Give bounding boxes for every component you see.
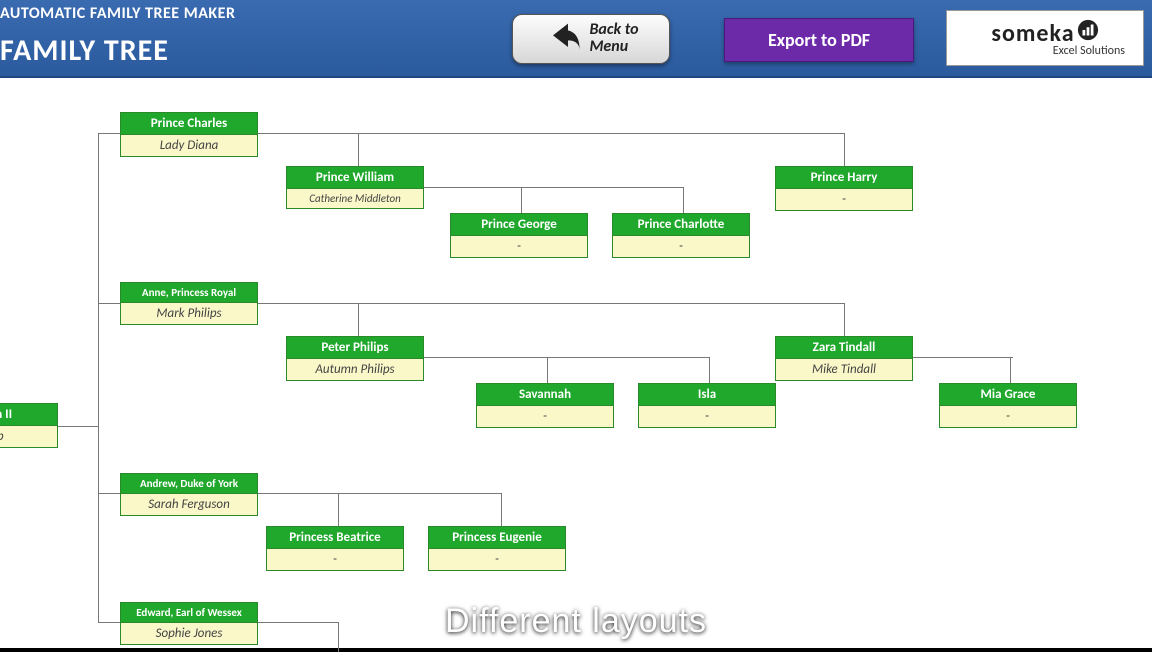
- person-primary: Anne, Princess Royal: [121, 283, 257, 303]
- node-george[interactable]: Prince George -: [450, 213, 588, 258]
- person-spouse: -: [267, 549, 403, 570]
- person-primary: Prince Charles: [121, 113, 257, 135]
- node-isla[interactable]: Isla -: [638, 383, 776, 428]
- connector: [58, 426, 98, 427]
- person-primary: Princess Eugenie: [429, 527, 565, 549]
- connector: [547, 357, 548, 384]
- node-charles[interactable]: Prince Charles Lady Diana: [120, 112, 258, 157]
- person-spouse: Mark Philips: [121, 303, 257, 324]
- person-primary: Prince George: [451, 214, 587, 236]
- person-spouse: -: [613, 236, 749, 257]
- person-spouse: Sarah Ferguson: [121, 494, 257, 515]
- export-button-label: Export to PDF: [768, 29, 870, 51]
- person-primary: Peter Philips: [287, 337, 423, 359]
- connector: [683, 187, 684, 214]
- person-spouse: -: [451, 236, 587, 257]
- node-anne[interactable]: Anne, Princess Royal Mark Philips: [120, 282, 258, 325]
- connector: [98, 133, 120, 134]
- person-spouse: Mike Tindall: [776, 359, 912, 380]
- connector: [424, 187, 524, 188]
- app-name-label: AUTOMATIC FAMILY TREE MAKER: [0, 4, 235, 23]
- node-zara[interactable]: Zara Tindall Mike Tindall: [775, 336, 913, 381]
- page-title: FAMILY TREE: [0, 32, 169, 69]
- connector: [258, 303, 358, 304]
- person-primary: Prince Harry: [776, 167, 912, 189]
- connector: [547, 357, 709, 358]
- node-root[interactable]: zabeth II Philip: [0, 403, 58, 448]
- back-arrow-icon: [543, 17, 583, 62]
- person-primary: Prince William: [287, 167, 423, 189]
- connector: [913, 357, 1013, 358]
- connector: [98, 303, 120, 304]
- export-to-pdf-button[interactable]: Export to PDF: [724, 18, 914, 62]
- person-primary: Mia Grace: [940, 384, 1076, 406]
- connector: [709, 357, 710, 384]
- connector: [844, 303, 845, 337]
- person-primary: zabeth II: [0, 404, 57, 426]
- node-savannah[interactable]: Savannah -: [476, 383, 614, 428]
- connector: [98, 493, 120, 494]
- person-spouse: -: [940, 406, 1076, 427]
- person-spouse: Autumn Philips: [287, 359, 423, 380]
- connector: [424, 357, 554, 358]
- connector: [358, 303, 844, 304]
- back-button-label: Back to Menu: [589, 22, 638, 56]
- person-primary: Andrew, Duke of York: [121, 474, 257, 494]
- node-mia[interactable]: Mia Grace -: [939, 383, 1077, 428]
- overlay-caption: Different layouts: [0, 602, 1152, 641]
- connector: [521, 187, 683, 188]
- person-primary: Savannah: [477, 384, 613, 406]
- connector: [98, 133, 99, 623]
- person-primary: Isla: [639, 384, 775, 406]
- node-harry[interactable]: Prince Harry -: [775, 166, 913, 211]
- person-spouse: Catherine Middleton: [287, 189, 423, 208]
- person-spouse: -: [477, 406, 613, 427]
- connector: [338, 493, 501, 494]
- connector: [358, 133, 844, 134]
- connector: [338, 493, 339, 527]
- person-primary: Prince Charlotte: [613, 214, 749, 236]
- family-tree-canvas: zabeth II Philip Prince Charles Lady Dia…: [0, 78, 1152, 648]
- connector: [501, 493, 502, 527]
- connector: [358, 133, 359, 167]
- back-to-menu-button[interactable]: Back to Menu: [512, 14, 670, 64]
- connector: [258, 493, 338, 494]
- logo-sub-text: Excel Solutions: [1053, 44, 1125, 58]
- node-charlotte[interactable]: Prince Charlotte -: [612, 213, 750, 258]
- header-bar: AUTOMATIC FAMILY TREE MAKER FAMILY TREE …: [0, 0, 1152, 78]
- person-spouse: Philip: [0, 426, 57, 447]
- person-primary: Zara Tindall: [776, 337, 912, 359]
- person-spouse: Lady Diana: [121, 135, 257, 156]
- connector: [1010, 357, 1011, 384]
- person-spouse: -: [429, 549, 565, 570]
- node-peter[interactable]: Peter Philips Autumn Philips: [286, 336, 424, 381]
- connector: [358, 303, 359, 337]
- node-beatrice[interactable]: Princess Beatrice -: [266, 526, 404, 571]
- person-spouse: -: [639, 406, 775, 427]
- connector: [258, 133, 358, 134]
- connector: [844, 133, 845, 167]
- person-spouse: -: [776, 189, 912, 210]
- node-eugenie[interactable]: Princess Eugenie -: [428, 526, 566, 571]
- brand-logo: someka Excel Solutions: [946, 10, 1144, 66]
- app-frame: AUTOMATIC FAMILY TREE MAKER FAMILY TREE …: [0, 0, 1152, 648]
- connector: [521, 187, 522, 214]
- person-primary: Princess Beatrice: [267, 527, 403, 549]
- node-andrew[interactable]: Andrew, Duke of York Sarah Ferguson: [120, 473, 258, 516]
- node-william[interactable]: Prince William Catherine Middleton: [286, 166, 424, 209]
